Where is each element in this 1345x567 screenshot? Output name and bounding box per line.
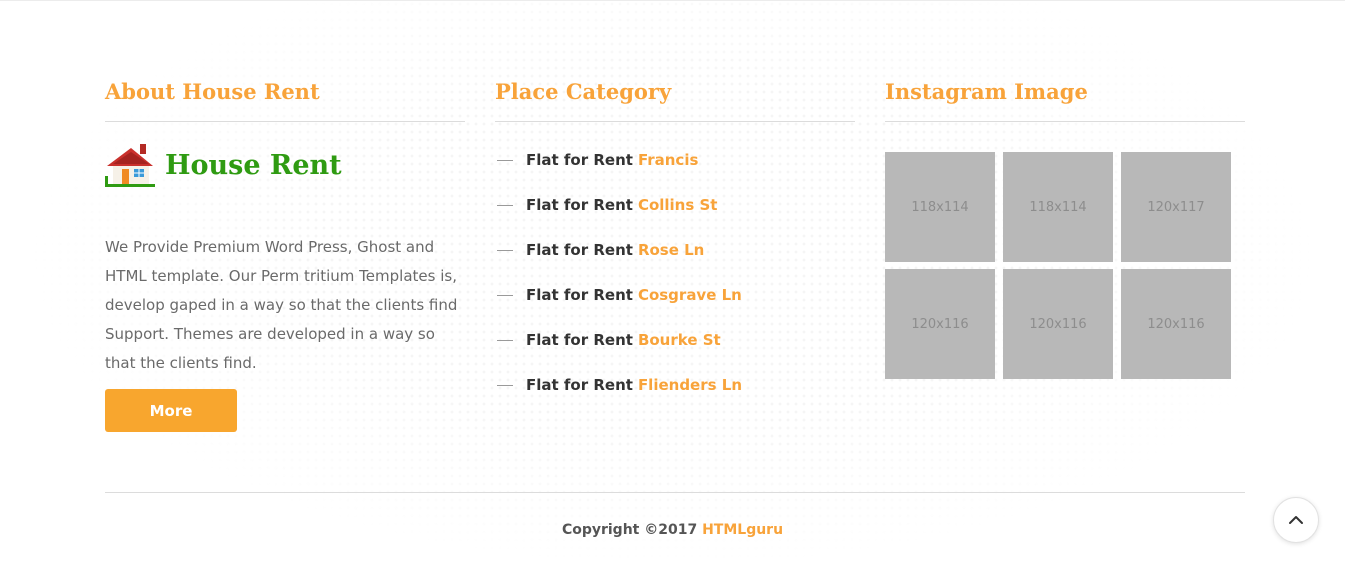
instagram-title-divider <box>885 121 1245 122</box>
copyright: Copyright ©2017 HTMLguru <box>0 522 1345 538</box>
category-item[interactable]: Flat for Rent Cosgrave Ln <box>495 285 742 330</box>
category-label: Flat for Rent <box>526 151 633 169</box>
category-list: Flat for Rent Francis Flat for Rent Collin… <box>495 150 742 420</box>
instagram-image[interactable]: 120x116 <box>885 269 995 379</box>
dash-icon <box>497 205 513 206</box>
dash-icon <box>497 160 513 161</box>
category-label: Flat for Rent <box>526 331 633 349</box>
instagram-image[interactable]: 118x114 <box>885 152 995 262</box>
category-item[interactable]: Flat for Rent Francis <box>495 150 742 195</box>
instagram-title: Instagram Image <box>885 79 1088 104</box>
category-label: Flat for Rent <box>526 376 633 394</box>
category-item[interactable]: Flat for Rent Rose Ln <box>495 240 742 285</box>
category-place-link[interactable]: Fliendеrs Ln <box>638 375 742 395</box>
category-label: Flat for Rent <box>526 241 633 259</box>
category-place-link[interactable]: Bourke St <box>638 330 721 350</box>
category-label: Flat for Rent <box>526 286 633 304</box>
category-item[interactable]: Flat for Rent Bourke St <box>495 330 742 375</box>
category-item[interactable]: Flat for Rent Collins St <box>495 195 742 240</box>
about-description: We Provide Premium Word Press, Ghost and… <box>105 238 458 372</box>
instagram-section: Instagram Image 118x114 118x114 120x117 … <box>885 78 1245 379</box>
category-place-link[interactable]: Rose Ln <box>638 240 704 260</box>
house-icon <box>105 144 155 187</box>
dash-icon <box>497 250 513 251</box>
category-place-link[interactable]: Cosgrave Ln <box>638 285 742 305</box>
category-label: Flat for Rent <box>526 196 633 214</box>
place-category-section: Place Category Flat for Rent Francis Flat… <box>495 78 855 394</box>
instagram-grid: 118x114 118x114 120x117 120x116 120x116 … <box>885 152 1231 379</box>
about-title: About House Rent <box>105 79 320 104</box>
dash-icon <box>497 385 513 386</box>
brand-name: House Rent <box>165 149 342 181</box>
copyright-brand-link[interactable]: HTMLguru <box>702 522 783 538</box>
about-title-divider <box>105 121 465 122</box>
category-item[interactable]: Flat for Rent Fliendеrs Ln <box>495 375 742 420</box>
brand-logo[interactable]: House Rent <box>105 142 342 188</box>
instagram-image[interactable]: 120x117 <box>1121 152 1231 262</box>
instagram-image[interactable]: 120x116 <box>1003 269 1113 379</box>
about-section: About House Rent House Rent We Provide P… <box>105 78 465 432</box>
copyright-text: Copyright ©2017 <box>561 522 698 538</box>
category-place-link[interactable]: Collins St <box>638 195 718 215</box>
dash-icon <box>497 295 513 296</box>
footer-divider <box>105 492 1245 493</box>
category-title-divider <box>495 121 855 122</box>
more-button[interactable]: More <box>105 389 237 432</box>
category-place-link[interactable]: Francis <box>638 150 698 170</box>
dash-icon <box>497 340 513 341</box>
scroll-top-button[interactable] <box>1273 497 1319 543</box>
instagram-image[interactable]: 118x114 <box>1003 152 1113 262</box>
category-title: Place Category <box>495 79 672 104</box>
chevron-up-icon <box>1289 516 1303 524</box>
instagram-image[interactable]: 120x116 <box>1121 269 1231 379</box>
